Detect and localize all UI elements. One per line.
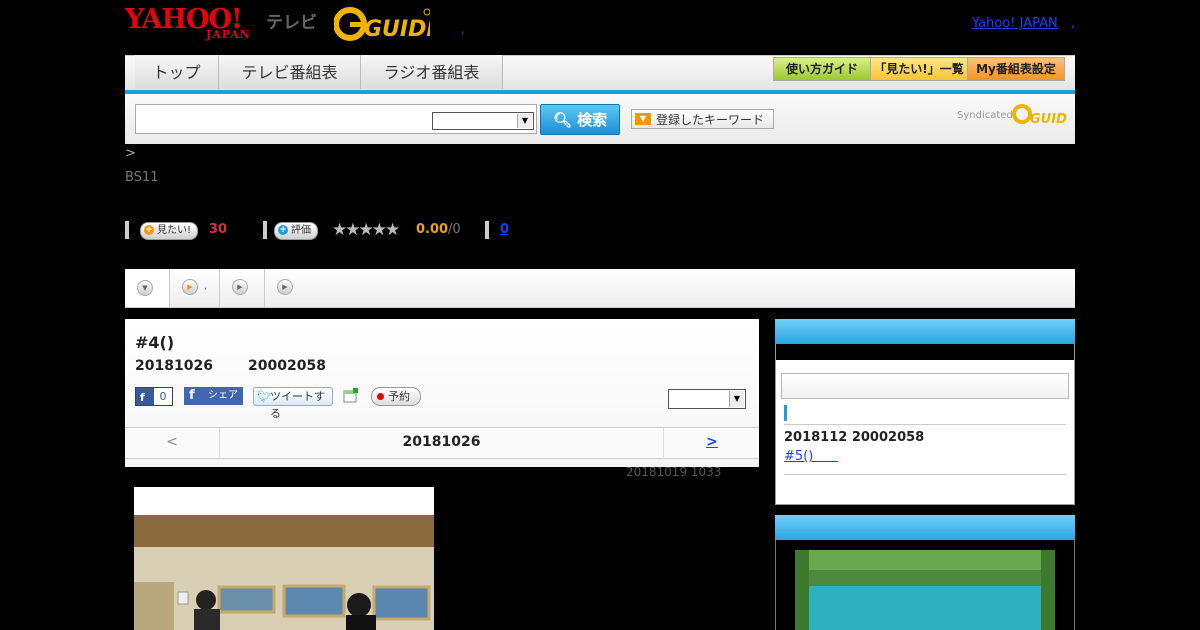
divider: [784, 474, 1066, 475]
breadcrumb[interactable]: >: [125, 146, 136, 161]
next-episode-header: [775, 319, 1075, 344]
pager-prev[interactable]: <: [125, 428, 220, 457]
tab-item-2-label: ,: [204, 281, 208, 292]
next-episode-field: [781, 373, 1069, 399]
rating-stars: ★★★★★: [332, 220, 400, 240]
saved-keywords-button[interactable]: ▼ 登録したキーワード: [631, 109, 774, 129]
tv-logo-text[interactable]: テレビ: [266, 8, 317, 33]
plus-icon: +: [144, 225, 154, 235]
search-category-select[interactable]: ▼: [432, 112, 534, 130]
rating-value: 0.00: [416, 222, 449, 237]
mitai-list-button[interactable]: 「見たい!」一覧: [870, 57, 968, 81]
divider: [784, 424, 1066, 425]
syndicated-label: Syndicated: [957, 110, 1013, 121]
mitai-count: 30: [209, 222, 228, 237]
related-panel-header: [775, 515, 1075, 540]
rate-label: 評価: [291, 225, 311, 236]
my-schedule-settings-button[interactable]: My番組表設定: [967, 57, 1065, 81]
next-episode-subheader: [776, 344, 1074, 360]
chevron-down-icon: ▼: [729, 391, 744, 407]
rate-button[interactable]: + 評価: [274, 222, 318, 240]
header-link-separator: ,: [1071, 16, 1076, 31]
add-calendar-icon[interactable]: [343, 388, 359, 403]
section-marker: [784, 405, 787, 421]
tab-item-4[interactable]: ▶: [265, 269, 309, 307]
related-image[interactable]: [795, 550, 1055, 630]
yahoo-japan-logo-text: JAPAN: [206, 28, 251, 41]
tab-radio-listings[interactable]: ラジオ番組表: [361, 55, 503, 89]
facebook-share-label: シェア: [208, 390, 238, 401]
related-image-graphic: [795, 550, 1055, 630]
facebook-share-button[interactable]: f シェア: [184, 387, 243, 405]
header-separator: ,: [461, 22, 465, 36]
search-icon: 🔍︎: [552, 111, 572, 129]
program-date: 20181026: [135, 358, 213, 374]
svg-text:GUIDE: GUIDE: [364, 17, 430, 42]
play-icon: ▶: [277, 279, 293, 295]
syndicated-g-guide-logo: GUIDE: [1012, 104, 1067, 126]
facebook-icon: f: [140, 391, 145, 404]
facebook-icon: f: [189, 388, 195, 403]
arrow-down-icon: ▼: [635, 113, 651, 125]
chevron-down-icon: ▼: [517, 114, 532, 128]
tab-item-2[interactable]: ▶,: [170, 269, 220, 307]
next-episode-link[interactable]: #5(): [784, 449, 838, 464]
saved-keywords-label: 登録したキーワード: [656, 113, 765, 127]
pager-next[interactable]: >: [663, 428, 760, 457]
tab-item-3[interactable]: ▶: [220, 269, 265, 307]
usage-guide-button[interactable]: 使い方ガイド: [773, 57, 871, 81]
program-photo-image: [134, 487, 434, 630]
search-button-label: 検索: [577, 111, 608, 129]
card-options-select[interactable]: ▼: [668, 389, 746, 409]
updated-timestamp: 20181019 1033: [626, 465, 722, 479]
twitter-bird-icon: 🐦︎: [257, 390, 271, 403]
program-title: #4(): [135, 333, 175, 352]
tweet-button[interactable]: 🐦︎ ツイートする: [253, 387, 333, 420]
play-icon: ▶: [182, 279, 198, 295]
play-icon: ▶: [232, 279, 248, 295]
next-episode-date: 2018112 20002058: [784, 430, 925, 445]
record-icon: [377, 393, 384, 400]
comment-count-link[interactable]: 0: [500, 222, 509, 237]
program-photo: [134, 487, 434, 630]
pager-date: 20181026: [402, 434, 481, 450]
svg-text:GUIDE: GUIDE: [1030, 112, 1067, 126]
chevron-down-icon: ▼: [137, 280, 153, 296]
stat-divider: [485, 221, 489, 239]
program-time: 20002058: [248, 358, 326, 374]
mitai-label: 見たい!: [157, 225, 192, 236]
g-guide-logo[interactable]: GUIDE: [334, 6, 430, 42]
facebook-like-button[interactable]: f0: [135, 387, 173, 406]
rating-total: /0: [448, 222, 461, 237]
tab-top[interactable]: トップ: [135, 55, 219, 89]
facebook-like-count: 0: [154, 388, 172, 405]
station-name: BS11: [125, 170, 159, 185]
yahoo-japan-link[interactable]: Yahoo! JAPAN: [972, 16, 1058, 31]
plus-icon: +: [278, 225, 288, 235]
reserve-button[interactable]: 予約: [371, 387, 421, 406]
reserve-label: 予約: [388, 390, 410, 403]
tab-tv-listings[interactable]: テレビ番組表: [219, 55, 361, 89]
tab-detail[interactable]: ▼: [125, 269, 170, 307]
search-button[interactable]: 🔍︎ 検索: [540, 104, 620, 135]
mitai-button[interactable]: + 見たい!: [140, 222, 199, 240]
stat-divider: [263, 221, 267, 239]
stat-divider: [125, 221, 129, 239]
